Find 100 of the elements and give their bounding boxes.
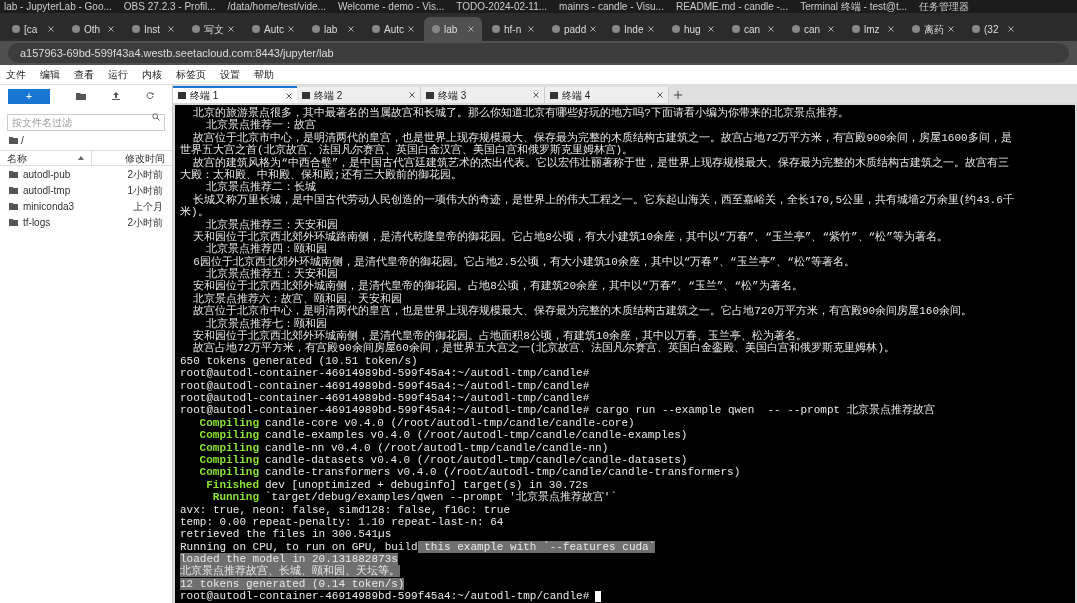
tab-title: 终端 1 (190, 89, 220, 103)
taskbar-item[interactable]: README.md - candle -... (675, 0, 789, 13)
modified-time: 1小时前 (127, 183, 163, 198)
browser-tab[interactable]: 写文 (184, 17, 242, 41)
close-icon[interactable] (409, 92, 415, 98)
terminal-line: 故宫的建筑风格为“中西合璧”，是中国古代宫廷建筑艺术的杰出代表。它以宏伟壮丽著称于世，是世界上现存规模最大、保存最为完整的木质结构古建筑之一。故宫有三 (192, 156, 1010, 169)
browser-tab[interactable]: hf-n (484, 17, 542, 41)
browser-tab[interactable]: lab (304, 17, 362, 41)
browser-tab[interactable]: 离药 (904, 17, 962, 41)
menu-item[interactable]: 内核 (142, 67, 162, 82)
close-icon[interactable] (468, 26, 474, 32)
address-bar[interactable]: a157963-69bd-599f43a4.westb.seetacloud.com:8443/jupyter/lab (8, 43, 1069, 63)
close-icon[interactable] (528, 26, 534, 32)
file-name[interactable]: autodl-tmp (23, 182, 123, 198)
browser-tab[interactable]: Autc (364, 17, 422, 41)
close-icon[interactable] (408, 26, 414, 32)
tab-title: (32 (984, 22, 1000, 37)
column-header[interactable]: 修改时间 (125, 150, 165, 166)
taskbar-item[interactable]: lab - JupyterLab - Goo... (4, 0, 112, 13)
menu-item[interactable]: 运行 (108, 67, 128, 82)
close-icon[interactable] (168, 26, 174, 32)
taskbar-item[interactable]: 任务管理器 (919, 0, 970, 13)
browser-tab[interactable]: can (724, 17, 782, 41)
sort-icon[interactable] (78, 156, 84, 160)
tab-title: lab (444, 22, 459, 37)
file-name[interactable]: miniconda3 (23, 198, 128, 214)
browser-tab[interactable]: lab (424, 17, 482, 41)
terminal-line: 故宫位于北京市中心，是明清两代的皇宫，也是世界上现存规模最大、保存最为完整的木质结构古建筑之一。故宫占地72万平方米，有宫殿900余间，房屋1600多间，是 (192, 131, 1012, 144)
new-launcher-button[interactable]: + (8, 88, 50, 104)
tab-title: 终端 4 (562, 88, 592, 103)
close-icon[interactable] (108, 26, 114, 32)
menu-item[interactable]: 文件 (6, 67, 26, 82)
filter-field[interactable]: 按文件名过滤 (7, 114, 165, 131)
close-icon[interactable] (888, 26, 894, 32)
close-icon[interactable] (533, 92, 539, 98)
taskbar-item[interactable]: OBS 27.2.3 - Profil... (123, 0, 216, 13)
refresh-icon[interactable] (146, 92, 154, 100)
upload-icon[interactable] (112, 92, 120, 100)
terminal-line: candle-nn v0.4.0 (/root/autodl-tmp/candle/candle-nn) (265, 441, 609, 454)
terminal-line: 北京景点推荐一：故宫 (205, 119, 317, 132)
terminal-tab[interactable]: 终端 1 (173, 86, 297, 103)
menu-item[interactable]: 编辑 (40, 67, 60, 82)
favicon-icon (732, 25, 740, 33)
terminal-tab[interactable]: 终端 2 (297, 87, 421, 103)
tab-title: 终端 2 (314, 88, 344, 103)
new-folder-icon[interactable] (76, 92, 86, 100)
menu-item[interactable]: 标签页 (176, 67, 206, 82)
terminal-line: `target/debug/examples/qwen --prompt '北京景点推荐故宫'` (265, 491, 618, 504)
add-tab-icon[interactable] (674, 91, 682, 99)
folder-icon (9, 136, 18, 144)
terminal-panel[interactable] (175, 105, 1075, 603)
browser-tab[interactable]: Inst (124, 17, 182, 41)
file-name[interactable]: autodl-pub (23, 166, 123, 182)
close-icon[interactable] (590, 26, 597, 32)
browser-tab[interactable]: Oth (64, 17, 122, 41)
close-icon[interactable] (657, 92, 663, 98)
menu-item[interactable]: 查看 (74, 67, 94, 82)
column-header[interactable]: 名称 (7, 150, 27, 166)
close-icon[interactable] (348, 26, 354, 32)
close-icon[interactable] (768, 26, 774, 32)
close-icon[interactable] (286, 92, 292, 99)
terminal-line: 北京景点推荐五：天安和园 (206, 268, 339, 281)
breadcrumb-path[interactable]: / (21, 132, 24, 148)
close-icon[interactable] (288, 26, 294, 32)
close-icon[interactable] (1008, 26, 1014, 32)
taskbar-item[interactable]: Welcome - demo - Vis... (337, 0, 445, 13)
browser-tab[interactable]: Inde (604, 17, 662, 41)
favicon-icon (72, 25, 80, 33)
terminal-tab[interactable]: 终端 4 (545, 87, 669, 103)
close-icon[interactable] (648, 26, 654, 32)
file-name[interactable]: tf-logs (23, 214, 123, 230)
taskbar-item[interactable]: mainrs - candle - Visu... (559, 0, 664, 13)
terminal-line: root@autodl-container-46914989bd-599f45a4:~/autodl-tmp/candle# (180, 392, 590, 404)
favicon-icon (192, 25, 200, 33)
close-icon[interactable] (948, 26, 954, 32)
browser-tab[interactable]: can (784, 17, 842, 41)
tab-title: 写文 (204, 22, 224, 37)
taskbar-item[interactable]: /data/home/test/vide... (227, 0, 326, 13)
menu-item[interactable]: 帮助 (254, 67, 274, 82)
browser-tab[interactable]: padd (544, 17, 602, 41)
taskbar-item[interactable]: TODO-2024-02-11... (456, 0, 548, 13)
taskbar-item[interactable]: Terminal 终端 - test@t... (800, 0, 908, 13)
close-icon[interactable] (48, 26, 54, 32)
tab-title: hf-n (504, 22, 523, 37)
close-icon[interactable] (228, 26, 234, 32)
browser-tab[interactable]: Autc (244, 17, 302, 41)
tab-title: lab (324, 22, 339, 37)
close-icon[interactable] (828, 26, 834, 32)
browser-tab[interactable]: hug (664, 17, 722, 41)
browser-tab[interactable]: (32 (964, 17, 1022, 41)
terminal-line: candle-core v0.4.0 (/root/autodl-tmp/candle/candle-core) (265, 416, 635, 429)
menu-item[interactable]: 设置 (220, 67, 240, 82)
close-icon[interactable] (708, 26, 714, 32)
terminal-line: 大殿：太和殿、中和殿、保和殿;还有三大殿前的御花园。 (180, 168, 462, 181)
terminal-tab[interactable]: 终端 3 (421, 87, 545, 103)
browser-tab[interactable]: [ca (4, 17, 62, 41)
terminal-line: 世界五大宫之首(北京故宫、法国凡尔赛宫、英国白金汉宫、美国白宫和俄罗斯克里姆林宫)。 (180, 144, 634, 157)
terminal-line: 北京景点推荐三：天安和园 (206, 218, 339, 231)
modified-time: 2小时前 (127, 167, 163, 182)
browser-tab[interactable]: lmz (844, 17, 902, 41)
